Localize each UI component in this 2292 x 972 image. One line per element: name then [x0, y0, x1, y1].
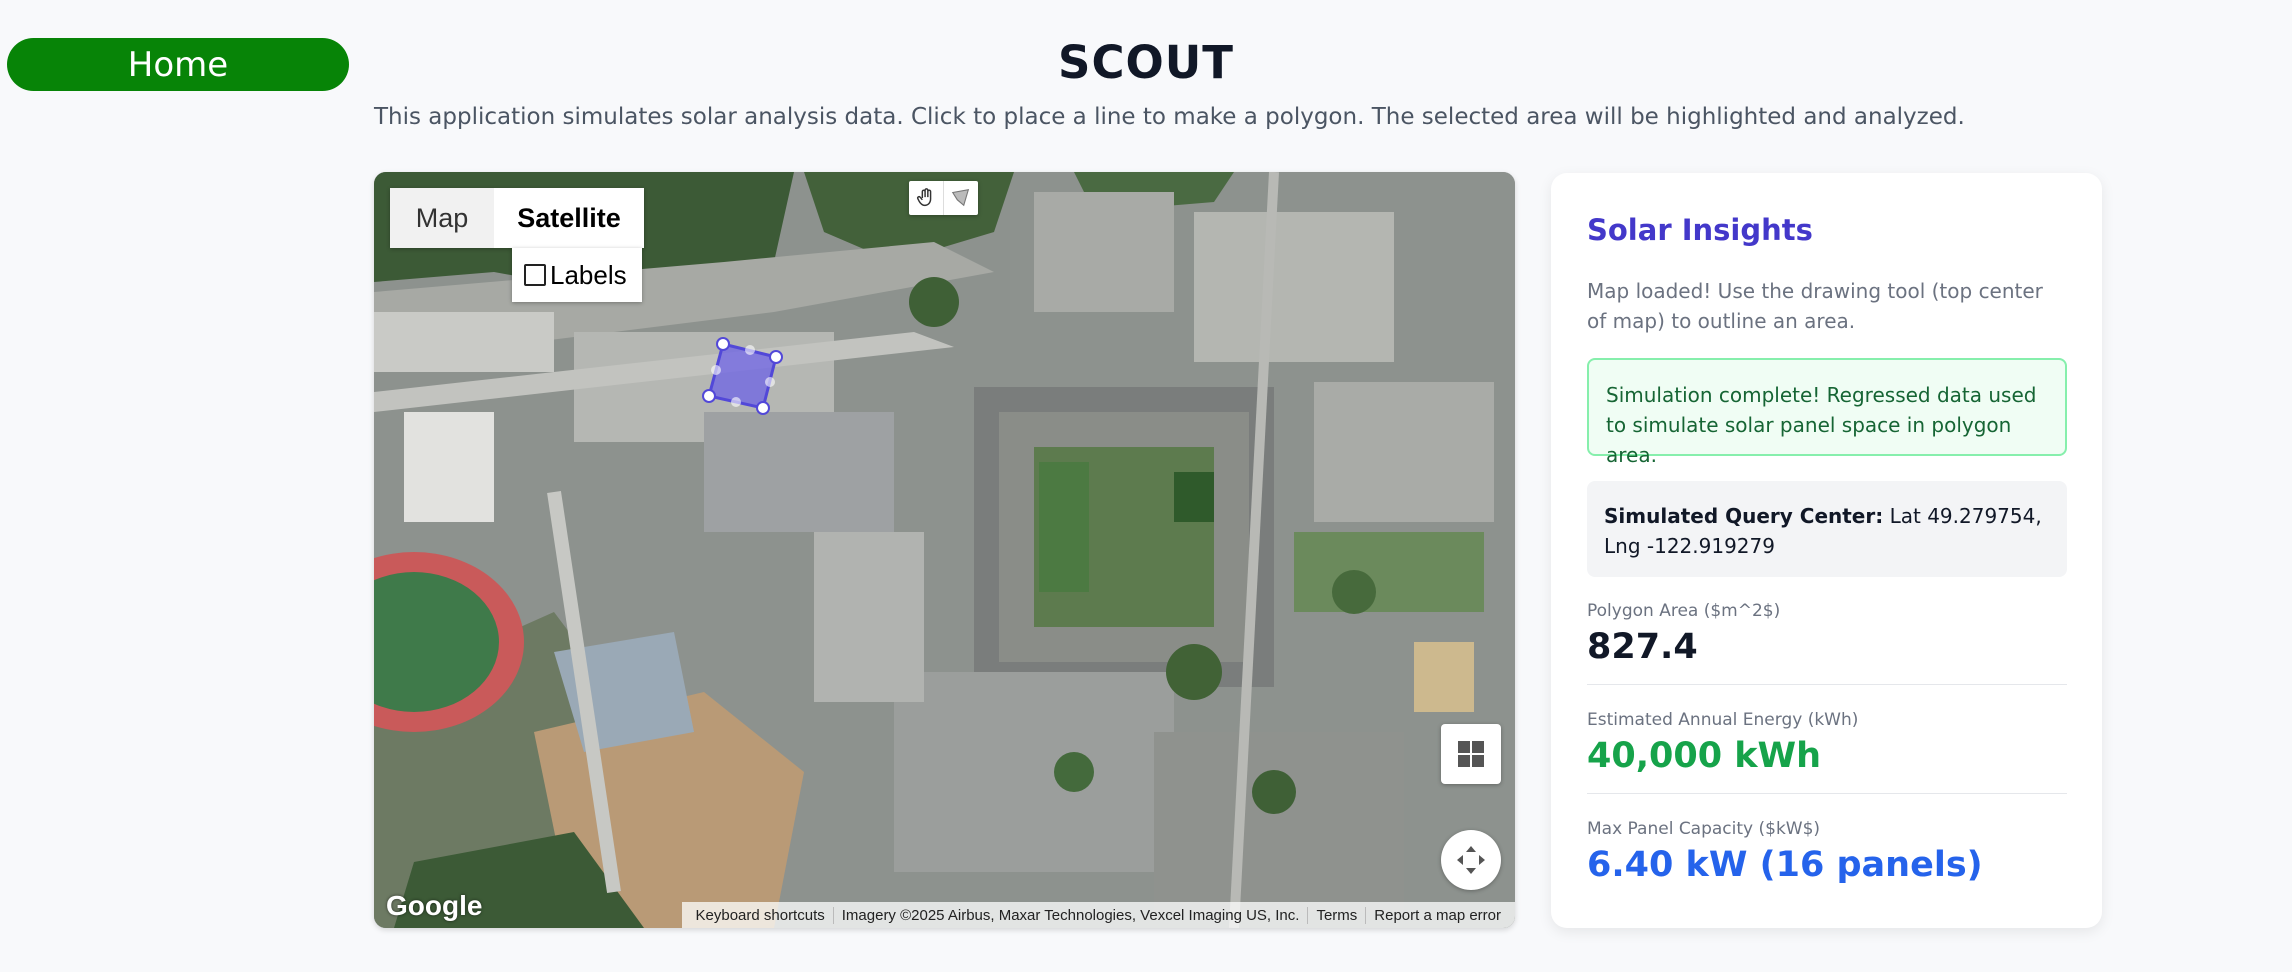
map-attribution: Keyboard shortcuts Imagery ©2025 Airbus,… — [681, 902, 1515, 928]
map-type-control: Map Satellite — [390, 188, 644, 248]
satellite-map[interactable]: Map Satellite Labels Google Keyboard sho… — [374, 172, 1515, 928]
page-subtitle: This application simulates solar analysi… — [374, 104, 1965, 130]
metric-value: 827.4 — [1587, 627, 1698, 667]
google-logo: Google — [386, 890, 483, 921]
metric-panel-capacity: Max Panel Capacity ($kW$) 6.40 kW (16 pa… — [1587, 819, 2067, 885]
imagery-credit: Imagery ©2025 Airbus, Maxar Technologies… — [832, 906, 1308, 924]
labels-toggle[interactable]: Labels — [512, 248, 642, 302]
metric-annual-energy: Estimated Annual Energy (kWh) 40,000 kWh — [1587, 710, 2067, 776]
fullscreen-button[interactable] — [1441, 830, 1501, 890]
metric-value: 40,000 kWh — [1587, 736, 1822, 776]
success-alert: Simulation complete! Regressed data used… — [1587, 358, 2067, 467]
polygon-draw-icon[interactable] — [943, 181, 978, 215]
query-center-label: Simulated Query Center: — [1604, 504, 1884, 528]
map-type-map-button[interactable]: Map — [390, 188, 494, 248]
divider — [1587, 684, 2067, 685]
move-arrows-icon — [1457, 846, 1485, 874]
panel-message: Map loaded! Use the drawing tool (top ce… — [1587, 279, 2043, 333]
labels-label: Labels — [550, 259, 627, 290]
metric-label: Max Panel Capacity ($kW$) — [1587, 819, 1821, 839]
map-type-satellite-button[interactable]: Satellite — [494, 188, 644, 248]
metric-label: Estimated Annual Energy (kWh) — [1587, 710, 1859, 730]
grid-icon — [1458, 741, 1484, 767]
labels-checkbox[interactable] — [524, 264, 546, 286]
terms-link[interactable]: Terms — [1307, 906, 1365, 924]
layers-button[interactable] — [1441, 724, 1501, 784]
divider — [1587, 793, 2067, 794]
drawing-toolbar — [909, 181, 978, 215]
hand-icon[interactable] — [909, 181, 943, 215]
panel-title: Solar Insights — [1587, 213, 1813, 247]
query-center-box: Simulated Query Center: Lat 49.279754, L… — [1587, 481, 2067, 577]
solar-insights-panel: Solar Insights Map loaded! Use the drawi… — [1551, 173, 2102, 928]
metric-polygon-area: Polygon Area ($m^2$) 827.4 — [1587, 601, 2067, 667]
keyboard-shortcuts-link[interactable]: Keyboard shortcuts — [688, 907, 833, 924]
page-title: SCOUT — [1058, 36, 1234, 89]
report-map-error-link[interactable]: Report a map error — [1365, 906, 1509, 924]
metric-label: Polygon Area ($m^2$) — [1587, 601, 1781, 621]
metric-value: 6.40 kW (16 panels) — [1587, 845, 1983, 885]
